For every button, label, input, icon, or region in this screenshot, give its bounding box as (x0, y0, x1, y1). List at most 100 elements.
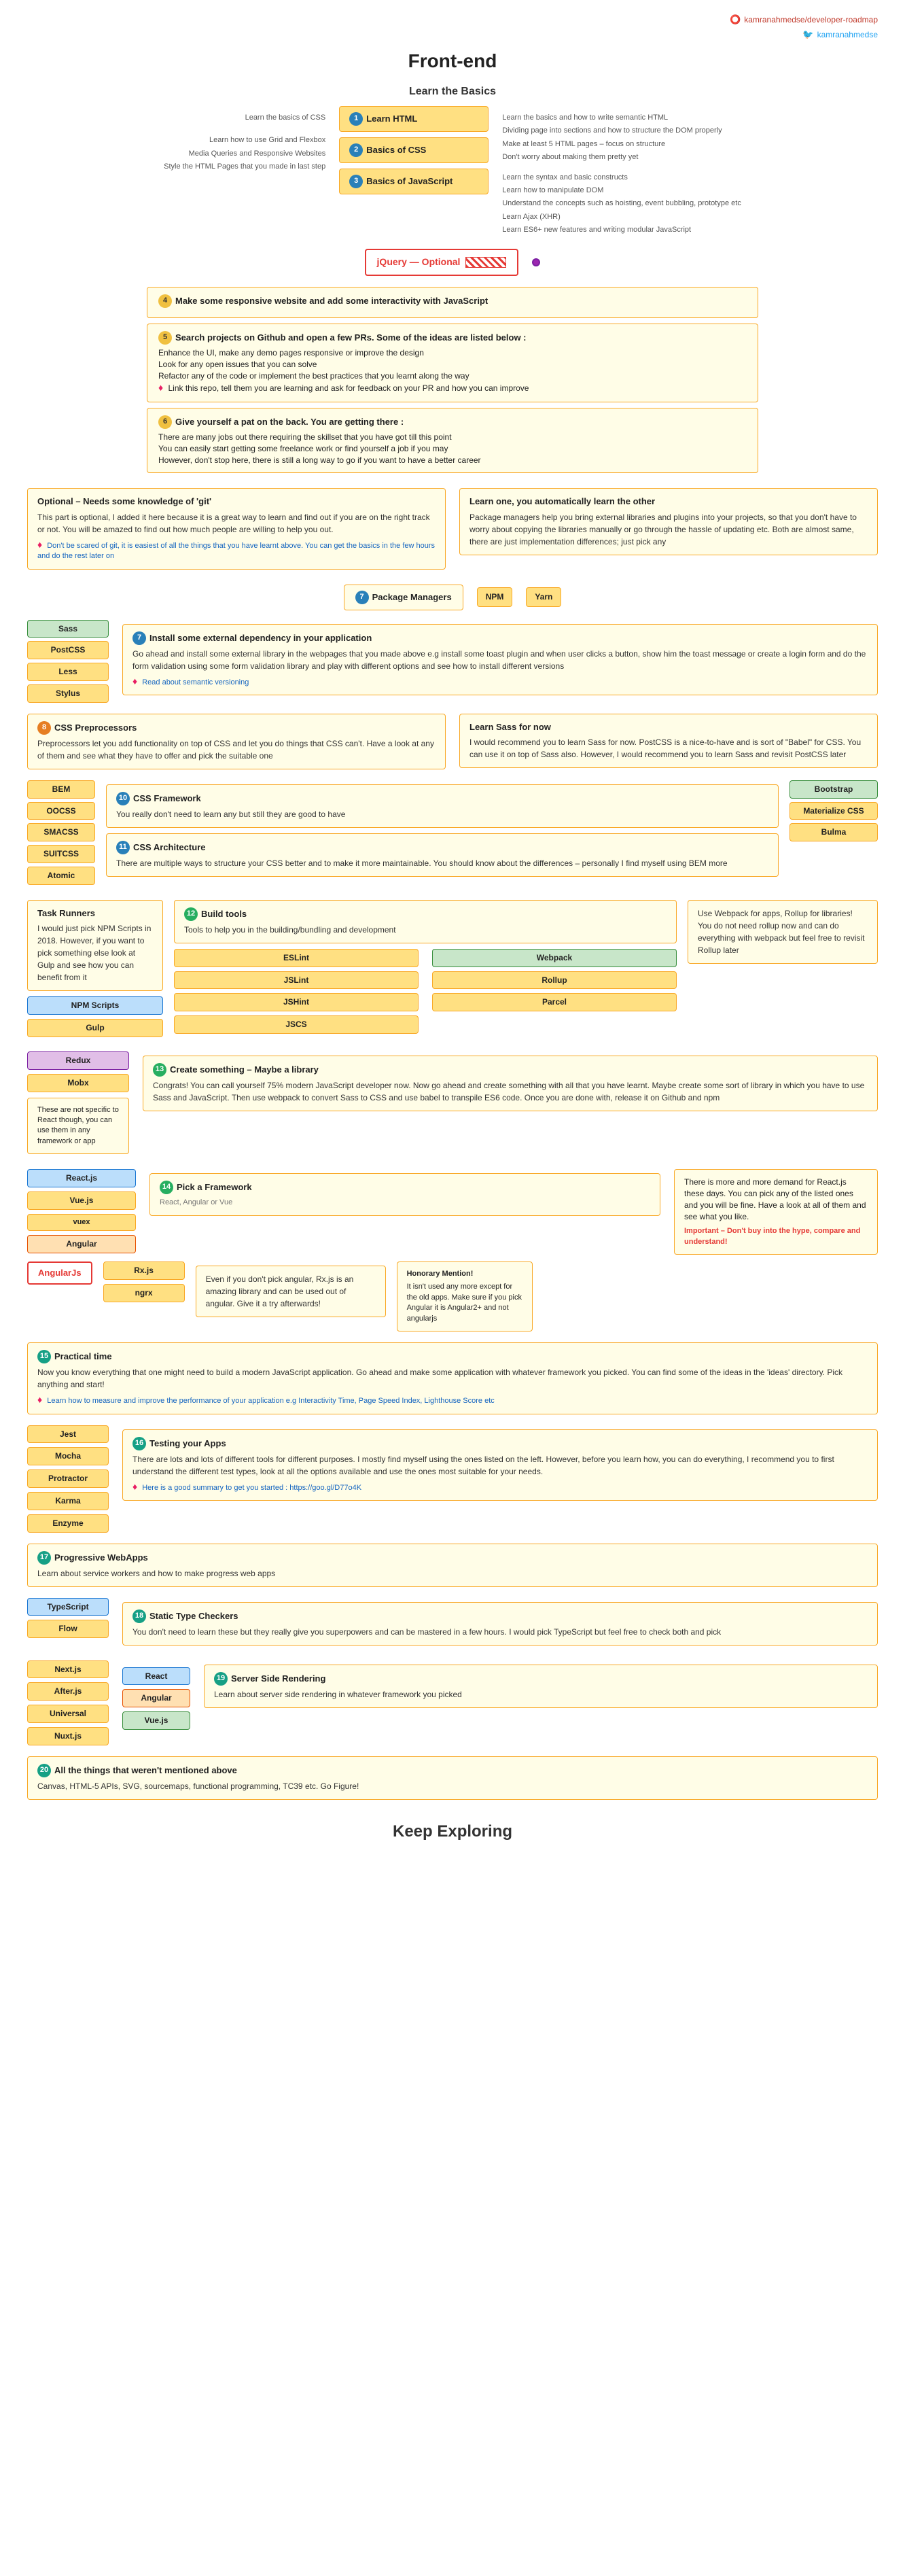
optional-git-col: Optional – Needs some knowledge of 'git'… (27, 484, 446, 573)
frameworks-list-col: React.js Vue.js vuex Angular (27, 1169, 136, 1255)
package-managers-row: 7 Package Managers NPM Yarn (27, 585, 878, 610)
react-ssr-item[interactable]: React (122, 1667, 190, 1686)
basics-css-box[interactable]: 2 Basics of CSS (339, 137, 489, 163)
practical-text: Now you know everything that one might n… (37, 1366, 868, 1391)
reactjs-item[interactable]: React.js (27, 1169, 136, 1187)
create-something-col: 13 Create something – Maybe a library Co… (143, 1051, 878, 1158)
github-link[interactable]: ⭕ kamranahmedse/developer-roadmap (730, 14, 878, 26)
jshint-item[interactable]: JSHint (174, 993, 419, 1011)
nuxtjs-item[interactable]: Nuxt.js (27, 1727, 109, 1745)
bem-item[interactable]: BEM (27, 780, 95, 799)
honorary-title: Honorary Mention! (407, 1269, 522, 1279)
bootstrap-item[interactable]: Bootstrap (789, 780, 878, 799)
jscs-item[interactable]: JSCS (174, 1015, 419, 1034)
basics-js-box[interactable]: 3 Basics of JavaScript (339, 169, 489, 194)
html-note-3: Make at least 5 HTML pages – focus on st… (502, 139, 741, 150)
step5-link-text: Link this repo, tell them you are learni… (168, 383, 529, 393)
practical-title-text: Practical time (54, 1351, 112, 1363)
flow-item[interactable]: Flow (27, 1620, 109, 1638)
angular-item[interactable]: Angular (27, 1235, 136, 1253)
vuejs-item[interactable]: Vue.js (27, 1191, 136, 1210)
css-framework-area: BEM OOCSS SMACSS SUITCSS Atomic 10 CSS F… (27, 780, 878, 885)
install-link-text: Read about semantic versioning (142, 678, 249, 686)
stylus-item[interactable]: Stylus (27, 684, 109, 703)
jslint-item[interactable]: JSLint (174, 971, 419, 990)
postcss-item[interactable]: PostCSS (27, 641, 109, 659)
step5-box: 5 Search projects on Github and open a f… (147, 324, 758, 402)
pink-dot-icon4: ♦ (37, 1394, 42, 1405)
ngrx-item[interactable]: ngrx (103, 1284, 185, 1302)
yarn-label[interactable]: Yarn (526, 587, 561, 607)
react-important-text: Important – Don't buy into the hype, com… (684, 1226, 868, 1247)
practical-section: 15 Practical time Now you know everythin… (27, 1342, 878, 1414)
redux-item[interactable]: Redux (27, 1051, 129, 1070)
oocss-item[interactable]: OOCSS (27, 802, 95, 820)
gulp-item[interactable]: Gulp (27, 1019, 163, 1037)
materialize-item[interactable]: Materialize CSS (789, 802, 878, 820)
jquery-optional-box: jQuery — Optional (365, 249, 519, 276)
page-wrapper: ⭕ kamranahmedse/developer-roadmap 🐦 kamr… (0, 0, 905, 2576)
step5-link[interactable]: ♦ Link this repo, tell them you are lear… (158, 381, 747, 395)
npm-scripts-item[interactable]: NPM Scripts (27, 996, 163, 1015)
rxjs-item[interactable]: Rx.js (103, 1261, 185, 1280)
vuejs-ssr-item[interactable]: Vue.js (122, 1711, 190, 1730)
eslint-item[interactable]: ESLint (174, 949, 419, 967)
universal-item[interactable]: Universal (27, 1705, 109, 1723)
smacss-item[interactable]: SMACSS (27, 823, 95, 841)
afterjs-item[interactable]: After.js (27, 1682, 109, 1701)
typescript-item[interactable]: TypeScript (27, 1598, 109, 1616)
angularjs-optional-box: AngularJs (27, 1261, 92, 1285)
right-notes: Learn the basics and how to write semant… (502, 106, 741, 236)
practical-box: 15 Practical time Now you know everythin… (27, 1342, 878, 1414)
mobx-item[interactable]: Mobx (27, 1074, 129, 1092)
rx-note-text: Even if you don't pick angular, Rx.js is… (206, 1273, 376, 1310)
twitter-link[interactable]: 🐦 kamranahmedse (802, 29, 878, 41)
jest-item[interactable]: Jest (27, 1425, 109, 1444)
pwa-title-text: Progressive WebApps (54, 1552, 148, 1564)
main-content: ⭕ kamranahmedse/developer-roadmap 🐦 kamr… (27, 14, 878, 1843)
ssr-section: Next.js After.js Universal Nuxt.js React… (27, 1660, 878, 1745)
parcel-item[interactable]: Parcel (432, 993, 677, 1011)
vuex-item[interactable]: vuex (27, 1214, 136, 1231)
pick-framework-title-text: Pick a Framework (177, 1181, 252, 1194)
build-tools-main-title-text: Build tools (201, 908, 247, 920)
sass-item[interactable]: Sass (27, 620, 109, 638)
enzyme-item[interactable]: Enzyme (27, 1514, 109, 1533)
task-runners-title: Task Runners (37, 907, 153, 920)
mocha-item[interactable]: Mocha (27, 1447, 109, 1465)
css-preprocessors-row: 8 CSS Preprocessors Preprocessors let yo… (27, 710, 878, 773)
nextjs-item[interactable]: Next.js (27, 1660, 109, 1679)
learn-html-label: Learn HTML (366, 113, 417, 125)
webpack-item[interactable]: Webpack (432, 949, 677, 967)
all-things-box: 20 All the things that weren't mentioned… (27, 1756, 878, 1800)
less-item[interactable]: Less (27, 663, 109, 681)
js-note-2: Learn how to manipulate DOM (502, 186, 741, 196)
rollup-item[interactable]: Rollup (432, 971, 677, 990)
install-link[interactable]: ♦ Read about semantic versioning (132, 675, 868, 689)
atomic-item[interactable]: Atomic (27, 867, 95, 885)
testing-link[interactable]: ♦ Here is a good summary to get you star… (132, 1480, 868, 1494)
create-something-text: Congrats! You can call yourself 75% mode… (153, 1079, 868, 1104)
learn-html-box[interactable]: 1 Learn HTML (339, 106, 489, 132)
linters-col: ESLint JSLint JSHint JSCS (174, 949, 419, 1034)
step4-text: Make some responsive website and add som… (175, 295, 488, 307)
build-tools-center-col: 12 Build tools Tools to help you in the … (174, 896, 677, 1041)
all-things-title: 20 All the things that weren't mentioned… (37, 1764, 868, 1777)
protractor-item[interactable]: Protractor (27, 1469, 109, 1488)
karma-item[interactable]: Karma (27, 1492, 109, 1510)
practical-link[interactable]: ♦ Learn how to measure and improve the p… (37, 1393, 868, 1407)
angular-ssr-item[interactable]: Angular (122, 1689, 190, 1707)
pick-framework-box: 14 Pick a Framework React, Angular or Vu… (149, 1173, 660, 1216)
css-fw-right-col: Bootstrap Materialize CSS Bulma (789, 780, 878, 841)
step5-item-2: Look for any open issues that you can so… (158, 359, 747, 370)
css-fw-right-list: Bootstrap Materialize CSS Bulma (789, 780, 878, 841)
basics-js-label: Basics of JavaScript (366, 175, 452, 188)
bulma-item[interactable]: Bulma (789, 823, 878, 841)
step5-item-3: Refactor any of the code or implement th… (158, 370, 747, 382)
npm-label[interactable]: NPM (477, 587, 513, 607)
badge-3: 3 (349, 175, 363, 188)
npm-gulp-list: NPM Scripts Gulp (27, 996, 163, 1037)
testing-box: 16 Testing your Apps There are lots and … (122, 1429, 878, 1501)
optional-git-link[interactable]: ♦ Don't be scared of git, it is easiest … (37, 538, 436, 562)
suitcss-item[interactable]: SUITCSS (27, 845, 95, 863)
